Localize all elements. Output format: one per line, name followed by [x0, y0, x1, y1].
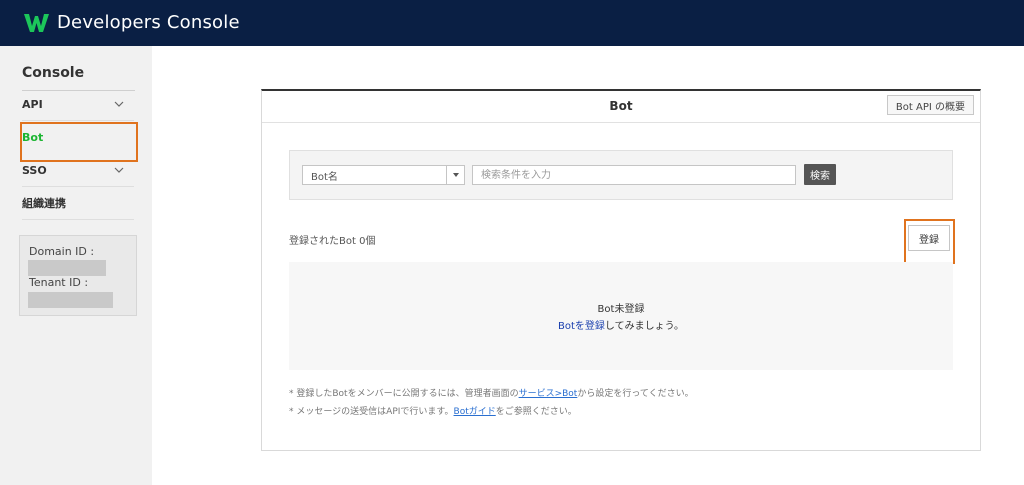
panel-title: Bot	[609, 99, 633, 113]
sidebar-item-sso[interactable]: SSO	[22, 154, 134, 187]
sidebar: Console API Bot SSO 組織連携 Domain ID : Ten…	[0, 46, 152, 485]
domain-id-redacted	[28, 260, 106, 276]
register-button[interactable]: 登録	[908, 225, 950, 251]
works-logo-icon[interactable]	[24, 12, 49, 34]
select-value: Bot名	[311, 171, 338, 183]
app-title: Developers Console	[57, 12, 240, 33]
empty-state: Bot未登録 Botを登録してみましょう。	[289, 262, 953, 370]
panel-header: Bot Bot API の概要	[262, 91, 980, 123]
sidebar-item-api[interactable]: API	[22, 88, 134, 121]
sidebar-item-org-link[interactable]: 組織連携	[22, 187, 134, 220]
note-text: から設定を行ってください。	[577, 389, 694, 399]
register-bot-link[interactable]: Botを登録	[558, 321, 605, 332]
id-info-box: Domain ID : Tenant ID :	[19, 235, 137, 316]
sidebar-item-label: SSO	[22, 163, 47, 177]
dropdown-arrow-icon	[446, 166, 464, 184]
note-text: * メッセージの送受信はAPIで行います。	[289, 407, 454, 417]
top-bar: Developers Console	[0, 0, 1024, 46]
bot-count: 登録されたBot 0個	[289, 236, 376, 247]
sidebar-item-label: 組織連携	[22, 197, 66, 210]
service-bot-link[interactable]: サービス>Bot	[519, 389, 578, 399]
empty-title: Bot未登録	[597, 304, 645, 315]
bot-guide-link[interactable]: Botガイド	[454, 407, 496, 417]
sidebar-item-label: API	[22, 97, 43, 111]
note-text: * 登録したBotをメンバーに公開するには、管理者画面の	[289, 389, 519, 399]
note-text: をご参照ください。	[495, 407, 577, 417]
domain-id-label: Domain ID :	[29, 245, 95, 258]
empty-message-suffix: してみましょう。	[604, 321, 684, 332]
search-button[interactable]: 検索	[804, 164, 836, 185]
chevron-down-icon	[114, 101, 124, 107]
search-area: Bot名 検索	[289, 150, 953, 200]
note-line: * 登録したBotをメンバーに公開するには、管理者画面のサービス>Botから設定…	[289, 386, 694, 399]
sidebar-item-bot[interactable]: Bot	[20, 121, 138, 162]
tenant-id-label: Tenant ID :	[29, 276, 89, 289]
empty-message: Botを登録してみましょう。	[289, 317, 953, 332]
tenant-id-redacted	[28, 292, 113, 308]
search-input[interactable]	[472, 165, 796, 185]
bot-api-overview-button[interactable]: Bot API の概要	[886, 95, 974, 115]
bot-panel: Bot Bot API の概要 Bot名 検索 登録されたBot 0個 登録 B…	[261, 89, 981, 451]
search-field-select[interactable]: Bot名	[302, 165, 465, 185]
chevron-down-icon	[114, 167, 124, 173]
note-line: * メッセージの送受信はAPIで行います。Botガイドをご参照ください。	[289, 404, 577, 417]
